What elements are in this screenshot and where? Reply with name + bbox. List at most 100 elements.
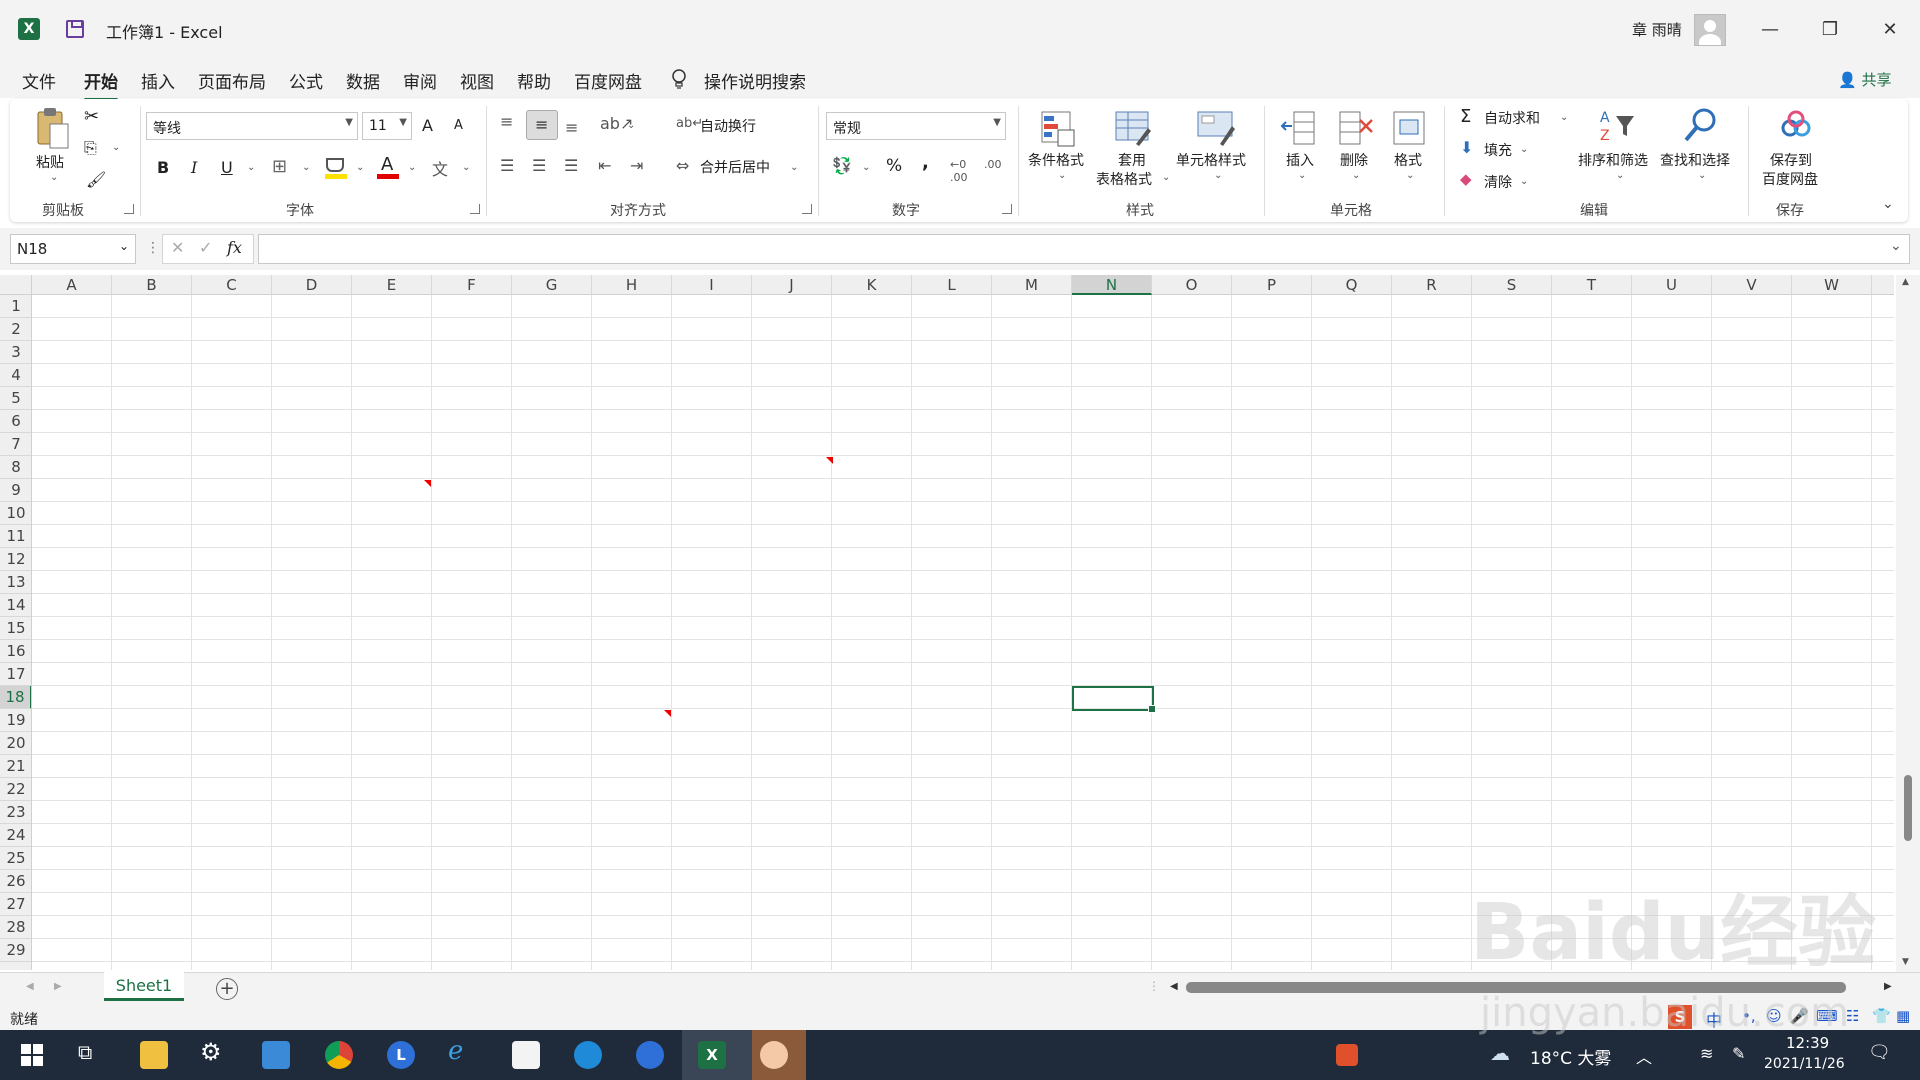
- column-header[interactable]: K: [832, 275, 912, 295]
- task-view-icon[interactable]: ⧉: [78, 1040, 92, 1064]
- column-header[interactable]: M: [992, 275, 1072, 295]
- add-sheet-button[interactable]: +: [216, 978, 238, 1000]
- comma-button[interactable]: ,: [922, 152, 929, 173]
- paste-icon[interactable]: [34, 106, 70, 152]
- column-header[interactable]: N: [1072, 275, 1152, 295]
- row-header[interactable]: 3: [0, 341, 31, 364]
- column-header[interactable]: V: [1712, 275, 1792, 295]
- chevron-down-icon[interactable]: ⌄: [1406, 170, 1414, 181]
- paste-label[interactable]: 粘贴: [36, 152, 64, 172]
- tab-data[interactable]: 数据: [346, 68, 380, 93]
- column-header[interactable]: C: [192, 275, 272, 295]
- row-header[interactable]: 1: [0, 295, 31, 318]
- row-header[interactable]: 10: [0, 502, 31, 525]
- tab-formulas[interactable]: 公式: [289, 68, 323, 93]
- column-header[interactable]: P: [1232, 275, 1312, 295]
- format-as-table-icon[interactable]: [1114, 108, 1152, 148]
- number-format-select[interactable]: 常规 ▼: [826, 112, 1006, 140]
- formula-input[interactable]: [258, 234, 1910, 264]
- name-box[interactable]: N18 ⌄: [10, 234, 136, 264]
- expand-formula-bar-icon[interactable]: ⌄: [1890, 238, 1902, 254]
- chevron-down-icon[interactable]: ⌄: [1520, 144, 1528, 155]
- chevron-down-icon[interactable]: ⌄: [1058, 170, 1066, 181]
- scroll-right-icon[interactable]: ▶: [1884, 981, 1892, 992]
- row-header[interactable]: 2: [0, 318, 31, 341]
- vertical-scrollbar[interactable]: ▲ ▼: [1896, 275, 1920, 973]
- row-header[interactable]: 13: [0, 571, 31, 594]
- vertical-scroll-thumb[interactable]: [1904, 775, 1912, 841]
- accounting-format-icon[interactable]: 💱: [832, 156, 852, 175]
- row-header[interactable]: 12: [0, 548, 31, 571]
- sort-filter-icon[interactable]: A Z: [1598, 106, 1638, 146]
- cancel-icon[interactable]: ✕: [171, 238, 184, 257]
- photos-icon[interactable]: [262, 1041, 290, 1069]
- chevron-down-icon[interactable]: ⌄: [1616, 170, 1624, 181]
- font-color-button[interactable]: A: [381, 154, 393, 175]
- row-header[interactable]: 25: [0, 847, 31, 870]
- format-cells-icon[interactable]: [1390, 108, 1428, 148]
- pen-icon[interactable]: ✎: [1732, 1044, 1745, 1063]
- row-header[interactable]: 29: [0, 939, 31, 962]
- baidu-netdisk-icon[interactable]: [1778, 110, 1814, 140]
- comment-indicator[interactable]: [424, 480, 431, 487]
- row-header[interactable]: 27: [0, 893, 31, 916]
- row-header[interactable]: 5: [0, 387, 31, 410]
- find-select-icon[interactable]: [1682, 106, 1722, 146]
- decrease-indent-icon[interactable]: ⇤: [598, 156, 611, 175]
- chevron-down-icon[interactable]: ⌄: [1298, 170, 1306, 181]
- weather-text[interactable]: 18°C 大雾: [1530, 1044, 1611, 1069]
- notification-icon[interactable]: 🗨: [1868, 1042, 1891, 1063]
- shrink-font-button[interactable]: A: [454, 118, 463, 133]
- scroll-down-icon[interactable]: ▼: [1902, 957, 1909, 967]
- wifi-icon[interactable]: ≋: [1700, 1044, 1713, 1063]
- row-header[interactable]: 7: [0, 433, 31, 456]
- row-header[interactable]: 21: [0, 755, 31, 778]
- chevron-down-icon[interactable]: ⌄: [356, 162, 364, 173]
- insert-cells-button[interactable]: 插入: [1286, 150, 1314, 170]
- grow-font-button[interactable]: A: [422, 116, 433, 135]
- copy-icon[interactable]: ⎘: [84, 138, 97, 158]
- store-icon[interactable]: [512, 1041, 540, 1069]
- tab-insert[interactable]: 插入: [141, 68, 175, 93]
- column-header[interactable]: F: [432, 275, 512, 295]
- cut-icon[interactable]: ✂: [84, 106, 99, 127]
- row-header[interactable]: 15: [0, 617, 31, 640]
- l-app-icon[interactable]: L: [387, 1041, 415, 1069]
- row-header[interactable]: 24: [0, 824, 31, 847]
- autosum-button[interactable]: 自动求和: [1484, 108, 1540, 128]
- align-top-icon[interactable]: ≡: [500, 112, 513, 131]
- alignment-launcher-icon[interactable]: [802, 204, 812, 214]
- column-header[interactable]: S: [1472, 275, 1552, 295]
- format-as-table-label-2[interactable]: 表格格式: [1096, 169, 1152, 189]
- tab-file[interactable]: 文件: [22, 68, 56, 93]
- sogou-input-icon[interactable]: [1336, 1044, 1358, 1066]
- select-all-button[interactable]: [0, 275, 32, 295]
- column-header[interactable]: H: [592, 275, 672, 295]
- tab-page-layout[interactable]: 页面布局: [198, 68, 266, 93]
- fill-color-icon[interactable]: [326, 158, 344, 172]
- bold-button[interactable]: B: [157, 158, 169, 177]
- increase-decimal-icon[interactable]: ←0.00: [950, 158, 968, 184]
- chevron-down-icon[interactable]: ⌄: [302, 162, 310, 173]
- next-sheet-icon[interactable]: ▶: [54, 981, 62, 992]
- column-header[interactable]: Q: [1312, 275, 1392, 295]
- merge-center-button[interactable]: 合并后居中: [700, 157, 770, 177]
- active-cell-n18[interactable]: [1072, 686, 1156, 713]
- row-header[interactable]: 8: [0, 456, 31, 479]
- conditional-formatting-button[interactable]: 条件格式: [1028, 150, 1084, 170]
- borders-icon[interactable]: ⊞: [272, 156, 287, 177]
- tab-help[interactable]: 帮助: [517, 68, 551, 93]
- more-options-icon[interactable]: ⋮: [146, 240, 160, 256]
- tab-view[interactable]: 视图: [460, 68, 494, 93]
- row-header[interactable]: 20: [0, 732, 31, 755]
- clock-date[interactable]: 2021/11/26: [1764, 1056, 1845, 1072]
- cell-grid[interactable]: [32, 295, 1894, 970]
- user-name[interactable]: 章 雨晴: [1632, 19, 1682, 40]
- font-launcher-icon[interactable]: [470, 204, 480, 214]
- column-header[interactable]: B: [112, 275, 192, 295]
- wrap-text-button[interactable]: 自动换行: [700, 116, 756, 136]
- tab-home[interactable]: 开始: [84, 68, 118, 101]
- format-as-table-label-1[interactable]: 套用: [1118, 150, 1146, 170]
- chrome-icon[interactable]: [325, 1041, 353, 1069]
- ime-toolbox-icon[interactable]: ▦: [1896, 1007, 1910, 1025]
